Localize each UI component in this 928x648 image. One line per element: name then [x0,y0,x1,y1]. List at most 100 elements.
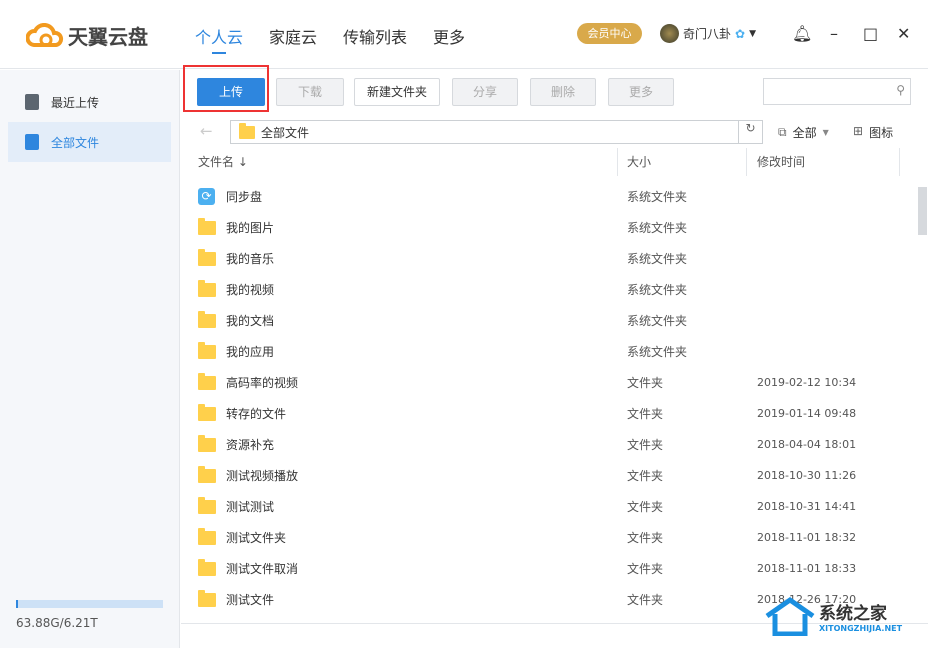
close-button[interactable]: ✕ [897,24,910,43]
user-menu[interactable]: 奇门八卦 ✿ ▼ [660,24,756,43]
new-folder-button[interactable]: 新建文件夹 [354,78,440,106]
file-name: 测试测试 [226,500,275,514]
back-arrow-icon[interactable]: ← [200,122,213,140]
divider [746,148,747,176]
sidebar-item-label: 全部文件 [51,135,100,150]
scrollbar[interactable] [918,187,927,235]
tab-personal-cloud[interactable]: 个人云 [195,24,243,54]
column-name[interactable]: 文件名 ↓ [198,148,248,176]
folder-icon [198,341,216,359]
folder-icon [198,558,216,576]
filter-dropdown[interactable]: ⧉ 全部 ▼ [778,124,829,141]
search-input[interactable]: ⚲ [763,78,911,105]
vip-center-button[interactable]: 会员中心 [577,23,642,44]
file-type: 系统文件夹 [627,190,688,204]
more-button[interactable]: 更多 [608,78,674,106]
file-mtime: 2018-10-30 11:26 [757,469,857,482]
chevron-down-icon: ▼ [749,28,756,39]
file-name: 资源补充 [226,438,275,452]
refresh-icon[interactable]: ↻ [738,121,762,143]
table-row[interactable]: 高码率的视频 文件夹 2019-02-12 10:34 [181,367,916,398]
file-type: 文件夹 [627,407,664,421]
grid-icon: ⊞ [853,124,864,138]
table-row[interactable]: 测试视频播放 文件夹 2018-10-30 11:26 [181,460,916,491]
table-row[interactable]: 我的图片 系统文件夹 [181,212,916,243]
file-type: 系统文件夹 [627,283,688,297]
filter-label: 全部 [792,126,817,140]
table-row[interactable]: 我的音乐 系统文件夹 [181,243,916,274]
logo: 天翼云盘 [26,21,148,50]
column-mtime[interactable]: 修改时间 [757,148,805,176]
sidebar-item-all-files[interactable]: 全部文件 [8,122,171,162]
table-row[interactable]: 测试测试 文件夹 2018-10-31 14:41 [181,491,916,522]
cloud-logo-icon [26,22,64,47]
file-name: 测试文件取消 [226,562,299,576]
download-button[interactable]: 下载 [276,78,344,106]
table-row[interactable]: 我的文档 系统文件夹 [181,305,916,336]
file-type: 系统文件夹 [627,221,688,235]
table-row[interactable]: ⟳ 同步盘 系统文件夹 [181,181,916,212]
file-type: 文件夹 [627,438,664,452]
file-type: 文件夹 [627,376,664,390]
folder-icon [198,310,216,328]
folder-icon [198,589,216,607]
minimize-button[interactable]: – [830,24,838,43]
clock-icon [25,94,39,110]
file-type: 文件夹 [627,593,664,607]
tab-more[interactable]: 更多 [433,24,465,48]
maximize-button[interactable]: □ [863,24,878,43]
file-name: 我的文档 [226,314,275,328]
storage-bar [16,600,163,608]
tab-transfer-list[interactable]: 传输列表 [343,24,407,48]
file-type: 文件夹 [627,469,664,483]
file-name: 转存的文件 [226,407,287,421]
folder-icon [198,403,216,421]
file-name: 测试视频播放 [226,469,299,483]
copy-icon: ⧉ [778,125,787,139]
path-bar[interactable]: 全部文件 ↻ [230,120,763,144]
file-name: 测试文件 [226,593,275,607]
main-nav: 个人云 家庭云 传输列表 更多 [195,24,465,54]
highlight-box [183,65,269,112]
file-type: 文件夹 [627,562,664,576]
file-type: 系统文件夹 [627,345,688,359]
file-name: 我的音乐 [226,252,275,266]
folder-icon [198,496,216,514]
file-type: 文件夹 [627,531,664,545]
house-logo-icon [765,596,815,636]
file-mtime: 2018-11-01 18:32 [757,531,857,544]
file-name: 高码率的视频 [226,376,299,390]
file-type: 系统文件夹 [627,252,688,266]
table-row[interactable]: 我的视频 系统文件夹 [181,274,916,305]
file-name: 我的应用 [226,345,275,359]
delete-button[interactable]: 删除 [530,78,596,106]
column-size[interactable]: 大小 [627,148,651,176]
folder-icon [198,465,216,483]
folder-icon [198,248,216,266]
file-name: 我的视频 [226,283,275,297]
view-label: 图标 [869,126,894,140]
table-row[interactable]: 测试文件夹 文件夹 2018-11-01 18:32 [181,522,916,553]
view-toggle[interactable]: ⊞ 图标 [853,124,893,141]
file-mtime: 2018-04-04 18:01 [757,438,857,451]
sidebar: 最近上传 全部文件 63.88G/6.21T [0,70,180,648]
folder-icon [198,217,216,235]
file-name: 我的图片 [226,221,275,235]
table-row[interactable]: 转存的文件 文件夹 2019-01-14 09:48 [181,398,916,429]
username: 奇门八卦 [683,27,732,41]
watermark-logo: 系统之家 XITONGZHIJIA.NET [765,596,902,636]
tab-family-cloud[interactable]: 家庭云 [269,24,317,48]
table-row[interactable]: 资源补充 文件夹 2018-04-04 18:01 [181,429,916,460]
badge-icon: ✿ [735,26,746,41]
file-name: 同步盘 [226,190,263,204]
divider [899,148,900,176]
share-button[interactable]: 分享 [452,78,518,106]
table-row[interactable]: 我的应用 系统文件夹 [181,336,916,367]
table-row[interactable]: 测试文件取消 文件夹 2018-11-01 18:33 [181,553,916,584]
bell-icon[interactable]: 🔔︎ [792,24,812,43]
sidebar-item-recent-uploads[interactable]: 最近上传 [8,82,171,122]
folder-icon [198,434,216,452]
header: 天翼云盘 个人云 家庭云 传输列表 更多 会员中心 奇门八卦 ✿ ▼ 🔔︎ – … [0,0,928,69]
avatar [660,24,679,43]
search-icon[interactable]: ⚲ [896,83,905,97]
